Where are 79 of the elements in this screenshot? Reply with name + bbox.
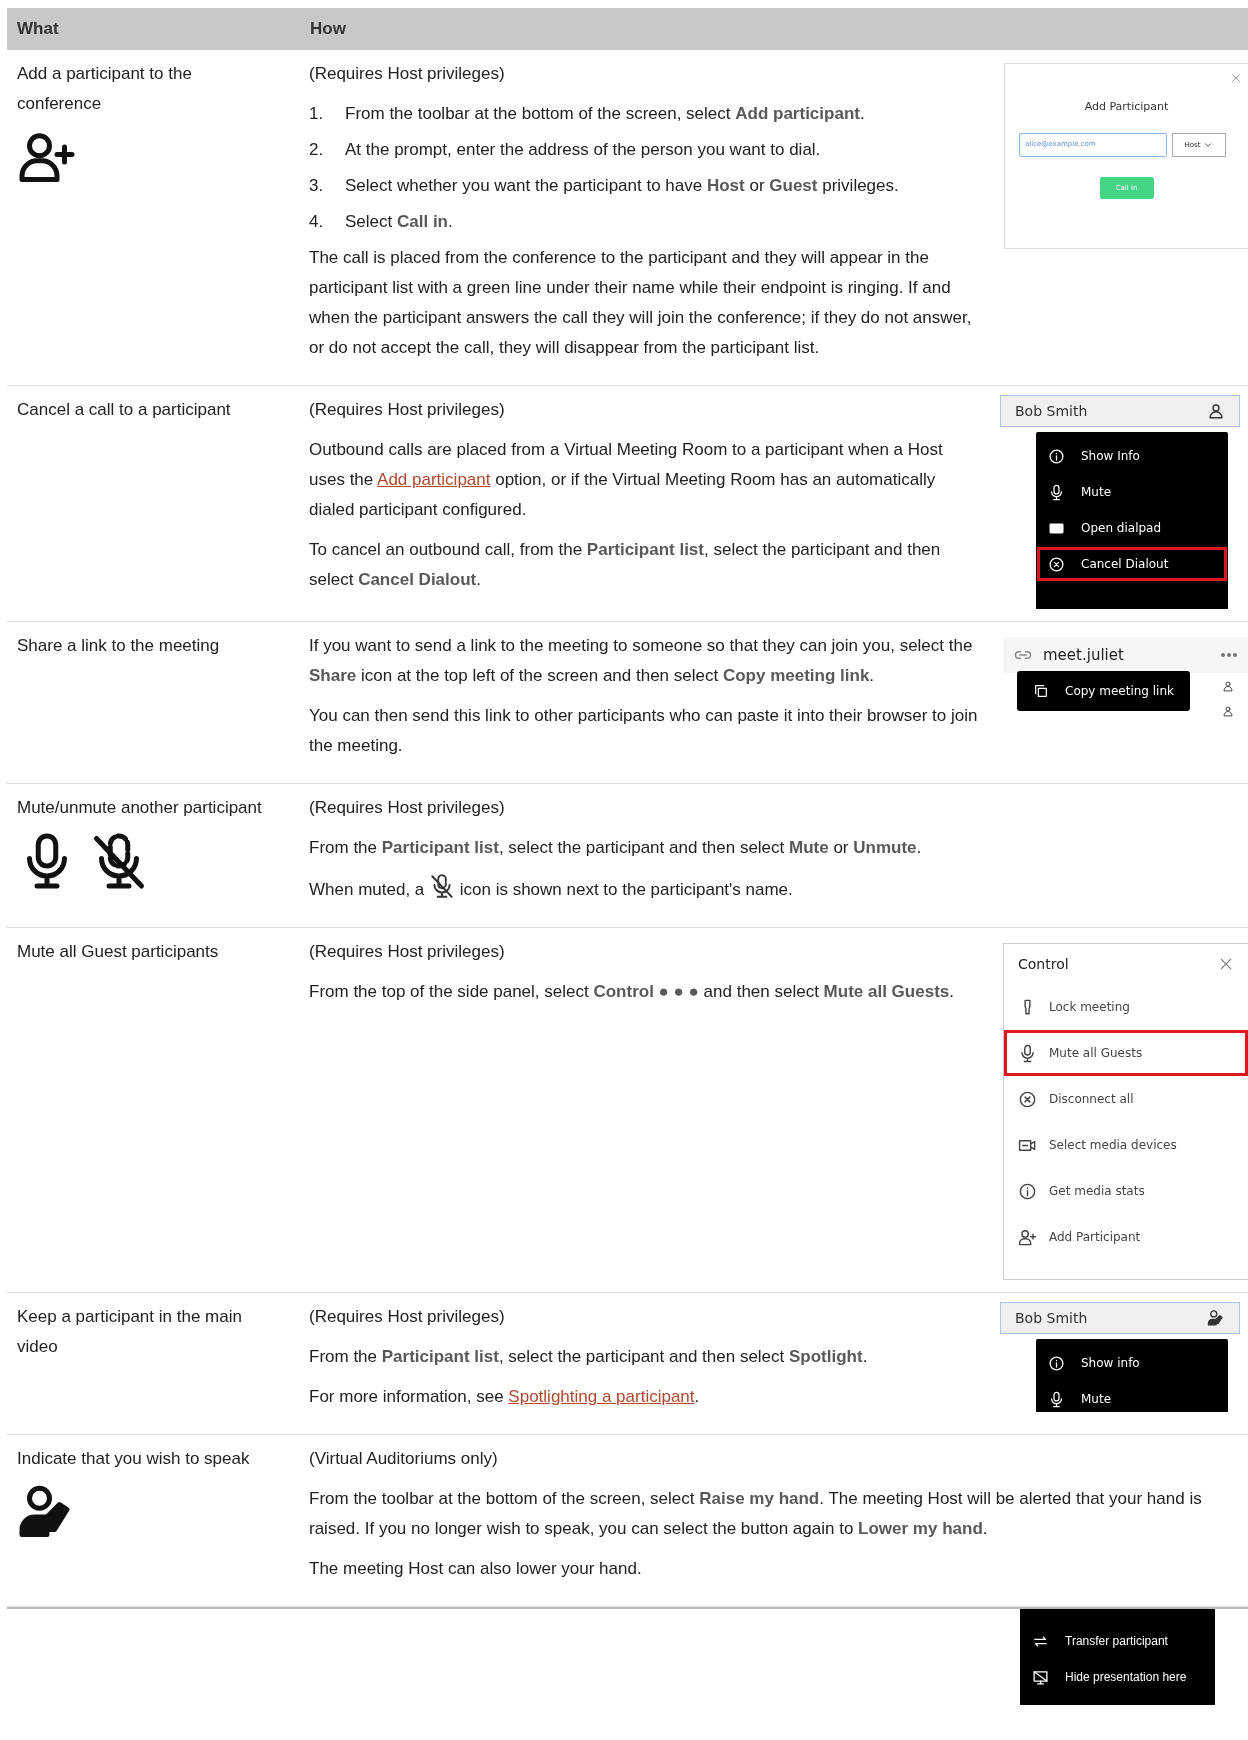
menu-item[interactable]: Hide presentation here xyxy=(1020,1659,1215,1695)
paragraph: Outbound calls are placed from a Virtual Meeting Room to a participant when a Host uses the Add participant option, or if the Virtual Meeting Room has an automatically dialed participant configured. xyxy=(309,439,944,521)
person-icon xyxy=(1207,402,1225,420)
link[interactable]: Add participant xyxy=(377,470,491,489)
table-cell-text: Mute/unmute another participant xyxy=(17,797,263,819)
paragraph: (Requires Host privileges) xyxy=(309,399,506,421)
meeting-name: meet.juliet xyxy=(1043,646,1125,664)
participant-name-bar[interactable]: Bob Smith xyxy=(1000,395,1240,427)
menu-item[interactable]: Select media devices xyxy=(1004,1122,1248,1168)
table-cell-text: Mute all Guest participants xyxy=(17,941,220,963)
menu-item[interactable]: Cancel Dialout xyxy=(1036,546,1228,582)
paragraph: From the Participant list, select the participant and then select Mute or Unmute. xyxy=(309,837,923,859)
paragraph: (Requires Host privileges) xyxy=(309,1306,506,1328)
copy-icon xyxy=(1033,683,1049,699)
person-plus-icon xyxy=(1018,1227,1037,1247)
dialog-title: Add Participant xyxy=(1083,100,1170,113)
step-text: From the toolbar at the bottom of the screen, select Add participant. xyxy=(345,103,865,125)
microphone-icon xyxy=(1018,1043,1037,1063)
menu-item[interactable]: Mute all Guests xyxy=(1004,1030,1248,1076)
person-icon xyxy=(1222,704,1234,717)
menu-item[interactable]: Get media stats xyxy=(1004,1168,1248,1214)
menu-item[interactable]: Open dialpad xyxy=(1036,510,1228,546)
chevron-down-icon xyxy=(1203,140,1214,150)
menu-item[interactable]: Lock meeting xyxy=(1004,984,1248,1030)
crossed-screen-icon xyxy=(1032,1668,1049,1686)
copy-link-tooltip[interactable]: Copy meeting link xyxy=(1017,671,1190,711)
paragraph: The meeting Host can also lower your hand. xyxy=(309,1558,643,1580)
step-text: At the prompt, enter the address of the person you want to dial. xyxy=(345,139,821,161)
paragraph: To cancel an outbound call, from the Participant list, select the participant and then select Cancel Dialout. xyxy=(309,539,942,591)
raised-hand-person-icon xyxy=(1207,1309,1225,1327)
link[interactable]: Spotlighting a participant xyxy=(508,1387,695,1406)
paragraph: You can then send this link to other participants who can paste it into their browser to join the meeting. xyxy=(309,705,979,757)
menu-item[interactable]: Mute xyxy=(1036,1381,1228,1412)
table-cell-text: Keep a participant in the main video xyxy=(17,1306,243,1358)
paragraph: If you want to send a link to the meeting to someone so that they can join you, select the Share icon at the top left of the screen and then select Copy meeting link. xyxy=(309,635,974,687)
menu-item[interactable]: Disconnect all xyxy=(1004,1076,1248,1122)
participant-name-bar[interactable]: Bob Smith xyxy=(1000,1302,1240,1334)
panel-title: Control xyxy=(1018,956,1069,972)
table-cell-text: Add a participant to the conference xyxy=(17,63,193,115)
paragraph: (Requires Host privileges) xyxy=(309,797,506,819)
menu-item[interactable]: Show Info xyxy=(1036,438,1228,474)
step-text: Select Call in. xyxy=(345,211,453,233)
step-text: Select whether you want the participant to have Host or Guest privileges. xyxy=(345,175,899,197)
table-cell-text: Indicate that you wish to speak xyxy=(17,1448,251,1470)
step-number: 1. xyxy=(309,103,325,125)
microphone-icon xyxy=(1048,483,1065,501)
table-cell-text: Share a link to the meeting xyxy=(17,635,221,657)
person-icon xyxy=(1222,679,1234,692)
info-icon xyxy=(1048,447,1065,465)
x-circle-icon xyxy=(1048,555,1065,573)
menu-item[interactable]: Transfer participant xyxy=(1020,1623,1215,1659)
paragraph: From the Participant list, select the participant and then select Spotlight. xyxy=(309,1346,869,1368)
paragraph: (Virtual Auditoriums only) xyxy=(309,1448,499,1470)
menu-item[interactable]: Add Participant xyxy=(1004,1214,1248,1260)
step-number: 3. xyxy=(309,175,325,197)
step-number: 2. xyxy=(309,139,325,161)
microphone-icon xyxy=(1048,1390,1065,1408)
paragraph: From the top of the side panel, select Control ● ● ● and then select Mute all Guests. xyxy=(309,981,955,1003)
more-icon[interactable] xyxy=(1220,652,1238,658)
info-icon xyxy=(1048,1354,1065,1372)
paragraph: (Requires Host privileges) xyxy=(309,63,506,85)
step-number: 4. xyxy=(309,211,325,233)
paragraph: The call is placed from the conference to the participant and they will appear in the participant list with a green line under their name while their endpoint is ringing. If and when the participant answers the call they will join the conference; if they do not answer, or do not accept the call, they will disappear from the participant list. xyxy=(309,247,973,359)
paragraph: (Requires Host privileges) xyxy=(309,941,506,963)
x-circle-icon xyxy=(1018,1089,1037,1109)
paragraph: From the toolbar at the bottom of the screen, select Raise my hand. The meeting Host will be alerted that your hand is raised. If you no longer wish to speak, you can select the button again to Lower my hand. xyxy=(309,1488,1203,1540)
table-cell-text: Cancel a call to a participant xyxy=(17,399,232,421)
paragraph: When muted, a icon is shown next to the participant's name. xyxy=(309,873,1248,905)
column-header: What xyxy=(16,19,60,39)
info-icon xyxy=(1018,1181,1037,1201)
participant-name: Bob Smith xyxy=(1015,1310,1088,1326)
menu-item[interactable]: Show info xyxy=(1036,1345,1228,1381)
paragraph: For more information, see Spotlighting a participant. xyxy=(309,1386,701,1408)
close-icon xyxy=(1218,956,1234,972)
column-header: How xyxy=(309,19,347,39)
menu-item[interactable]: Mute xyxy=(1036,474,1228,510)
muted-microphone-icon xyxy=(429,873,455,899)
close-icon xyxy=(1230,72,1242,84)
participant-name: Bob Smith xyxy=(1015,403,1088,419)
